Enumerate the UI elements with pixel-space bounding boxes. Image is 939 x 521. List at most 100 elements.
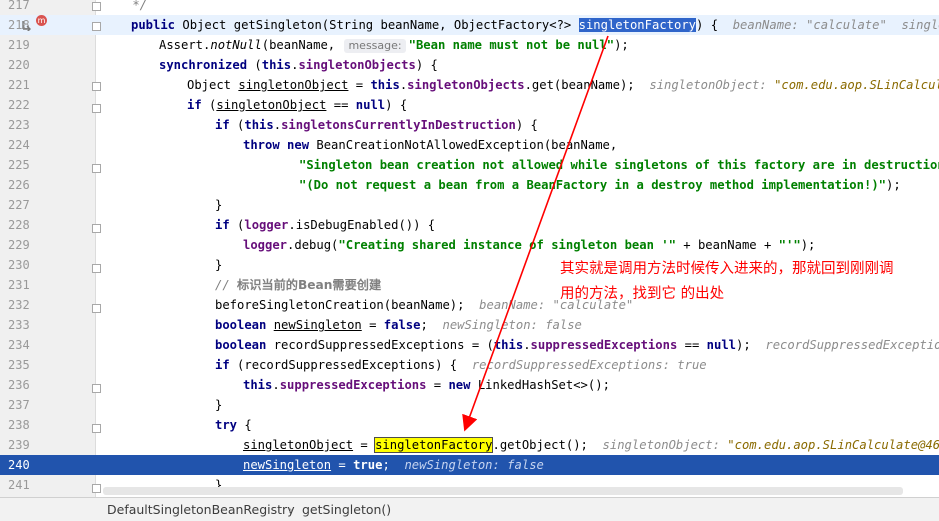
fold-marker[interactable] [92,424,101,433]
line-number[interactable]: 225 [8,158,30,172]
code-text[interactable]: if (recordSuppressedExceptions) { record… [215,358,707,372]
debug-value: recordSuppressedExceptions: true [471,358,707,372]
code-token: boolean [215,338,274,352]
code-token: .getObject(); [492,438,603,452]
fold-marker[interactable] [92,164,101,173]
code-text[interactable]: */ [103,0,147,12]
line-number[interactable]: 221 [8,78,30,92]
code-text[interactable]: throw new BeanCreationNotAllowedExceptio… [243,138,617,152]
code-line[interactable]: 240 newSingleton = true; newSingleton: fa… [0,455,939,475]
fold-marker[interactable] [92,22,101,31]
code-text[interactable]: newSingleton = true; newSingleton: false [243,458,544,472]
code-line[interactable]: 224 throw new BeanCreationNotAllowedExcep… [0,135,939,155]
code-line[interactable]: 237} [0,395,939,415]
fold-marker[interactable] [92,2,101,11]
fold-marker[interactable] [92,384,101,393]
fold-marker[interactable] [92,224,101,233]
code-line[interactable]: 236 this.suppressedExceptions = new Linke… [0,375,939,395]
code-token: ) { [415,58,438,72]
line-number[interactable]: 223 [8,118,30,132]
line-number[interactable]: 241 [8,478,30,492]
code-text[interactable]: Object singletonObject = this.singletonO… [187,78,939,92]
code-line[interactable]: 235 if (recordSuppressedExceptions) { rec… [0,355,939,375]
code-token: Object getSingleton(String beanName, Obj… [182,18,579,32]
code-line[interactable]: 218 public Object getSingleton(String bea… [0,15,939,35]
method-breakpoint-icon[interactable]: m [36,15,47,26]
code-text[interactable]: boolean recordSuppressedExceptions = (th… [215,338,939,352]
line-number[interactable]: 234 [8,338,30,352]
line-number[interactable]: 236 [8,378,30,392]
fold-marker[interactable] [92,264,101,273]
parameter-hint: message: [344,39,406,53]
code-line[interactable]: 221 Object singletonObject = this.singlet… [0,75,939,95]
code-text[interactable]: Assert.notNull(beanName, message: "Bean n… [159,38,629,53]
line-number[interactable]: 233 [8,318,30,332]
code-text[interactable]: "(Do not request a bean from a BeanFacto… [299,178,901,192]
code-line[interactable]: 226 "(Do not request a bean from a BeanFa… [0,175,939,195]
code-text[interactable]: } [215,258,222,272]
code-text[interactable]: singletonObject = singletonFactory.getOb… [243,437,939,453]
code-text[interactable]: this.suppressedExceptions = new LinkedHa… [243,378,610,392]
code-token: ; [420,318,443,332]
code-line[interactable]: 227} [0,195,939,215]
debug-value: newSingleton: false [404,458,544,472]
line-number[interactable]: 222 [8,98,30,112]
line-number[interactable]: 230 [8,258,30,272]
code-text[interactable]: if (singletonObject == null) { [187,98,407,112]
code-text[interactable]: try { [215,418,252,432]
code-editor[interactable]: 217 */218 public Object getSingleton(Stri… [0,0,939,497]
fold-marker[interactable] [92,484,101,493]
line-number[interactable]: 217 [8,0,30,12]
line-number[interactable]: 220 [8,58,30,72]
code-line[interactable]: 219 Assert.notNull(beanName, message: "Bea… [0,35,939,55]
fold-marker[interactable] [92,104,101,113]
line-number[interactable]: 240 [8,458,30,472]
code-token: throw new [243,138,317,152]
breadcrumb-class[interactable]: DefaultSingletonBeanRegistry [107,502,295,517]
line-number[interactable]: 235 [8,358,30,372]
line-number[interactable]: 228 [8,218,30,232]
line-number[interactable]: 227 [8,198,30,212]
fold-marker[interactable] [92,82,101,91]
code-text[interactable]: if (logger.isDebugEnabled()) { [215,218,435,232]
line-number[interactable]: 237 [8,398,30,412]
code-line[interactable]: 233 boolean newSingleton = false; newSing… [0,315,939,335]
line-number[interactable]: 226 [8,178,30,192]
line-number[interactable]: 224 [8,138,30,152]
code-token: public [131,18,183,32]
code-text[interactable]: boolean newSingleton = false; newSinglet… [215,318,582,332]
code-line[interactable]: 222 if (singletonObject == null) { [0,95,939,115]
code-line[interactable]: 223 if (this.singletonsCurrentlyInDestruc… [0,115,939,135]
line-number[interactable]: 231 [8,278,30,292]
code-line[interactable]: 238 try { [0,415,939,435]
code-text[interactable]: } [215,398,222,412]
code-line[interactable]: 220 synchronized (this.singletonObjects) … [0,55,939,75]
fold-marker[interactable] [92,304,101,313]
line-number[interactable]: 219 [8,38,30,52]
code-token: } [215,198,223,212]
code-text[interactable]: public Object getSingleton(String beanNa… [131,18,939,32]
code-text[interactable]: logger.debug("Creating shared instance o… [243,238,815,252]
line-number[interactable]: 238 [8,418,30,432]
code-token: this [244,118,274,132]
code-token: (recordSuppressedExceptions) { [237,358,472,372]
line-number[interactable]: 239 [8,438,30,452]
horizontal-scrollbar[interactable] [103,487,903,495]
step-arrow-icon[interactable] [22,16,34,33]
code-line[interactable]: 229 logger.debug("Creating shared instanc… [0,235,939,255]
code-token: recordSuppressedExceptions = ( [273,338,494,352]
breadcrumb-separator: › [288,502,293,517]
line-number[interactable]: 229 [8,238,30,252]
code-line[interactable]: 225 "Singleton bean creation not allowed … [0,155,939,175]
code-line[interactable]: 234 boolean recordSuppressedExceptions = … [0,335,939,355]
code-line[interactable]: 228 if (logger.isDebugEnabled()) { [0,215,939,235]
code-text[interactable]: synchronized (this.singletonObjects) { [159,58,438,72]
code-line[interactable]: 217 */ [0,0,939,15]
code-text[interactable]: } [215,198,222,212]
code-text[interactable]: if (this.singletonsCurrentlyInDestructio… [215,118,538,132]
line-number[interactable]: 232 [8,298,30,312]
breadcrumb-method[interactable]: getSingleton() [302,502,391,517]
code-text[interactable]: // 标识当前的Bean需要创建 [215,278,381,292]
code-line[interactable]: 239 singletonObject = singletonFactory.ge… [0,435,939,455]
code-text[interactable]: "Singleton bean creation not allowed whi… [299,158,939,172]
